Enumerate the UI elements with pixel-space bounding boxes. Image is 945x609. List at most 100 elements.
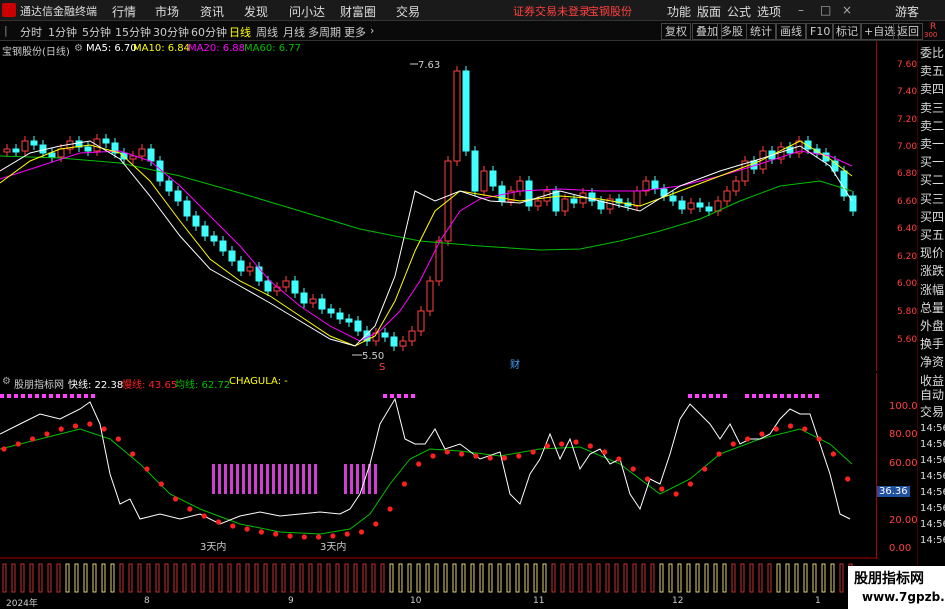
restore-icon[interactable]: □: [820, 3, 831, 17]
volume-bar: [182, 563, 187, 593]
date-tick: 10: [410, 596, 422, 606]
kline-chart[interactable]: 7.63 5.50 S 财: [0, 41, 876, 371]
slow-dot: [702, 466, 708, 472]
btn-tongji[interactable]: 统计: [746, 23, 776, 40]
top-marker: [397, 394, 401, 398]
menu-hangqing[interactable]: 行情: [112, 3, 136, 20]
slow-dot: [644, 476, 651, 482]
period-more[interactable]: 更多: [344, 24, 366, 40]
btn-biaoji[interactable]: 标记: [832, 23, 862, 40]
menu-gongneng[interactable]: 功能: [667, 3, 691, 20]
volume-bar: [560, 563, 565, 593]
candle-body: [381, 332, 389, 338]
menu-jiaoyi[interactable]: 交易: [396, 3, 420, 20]
menu-wenxiaoda[interactable]: 问小达: [289, 3, 325, 20]
btn-f10[interactable]: F10: [806, 23, 835, 40]
menu-gongshi[interactable]: 公式: [727, 3, 751, 20]
magenta-bar: [254, 464, 257, 494]
indicator-chart[interactable]: 3天内 3天内: [0, 384, 876, 609]
period-15min[interactable]: 15分钟: [115, 24, 151, 40]
time-tick: 14:56: [920, 487, 945, 498]
date-tick: 1: [815, 596, 821, 606]
menu-caifuquan[interactable]: 财富圈: [340, 3, 376, 20]
menu-faxian[interactable]: 发现: [244, 3, 268, 20]
volume-bar: [443, 563, 448, 593]
btn-huaxian[interactable]: 画线: [776, 23, 806, 40]
menu-zixun[interactable]: 资讯: [200, 3, 224, 20]
volume-bar: [47, 563, 52, 593]
close-icon[interactable]: ×: [842, 3, 852, 17]
btn-fuquan[interactable]: 复权: [661, 23, 691, 40]
quote-field-label: 净资: [920, 355, 945, 370]
candle-body: [147, 148, 155, 162]
top-marker: [91, 394, 95, 398]
volume-bar: [173, 563, 178, 593]
candle-body: [102, 138, 110, 144]
volume-bar: [371, 563, 376, 593]
volume-bar: [110, 563, 115, 593]
chevron-right-icon[interactable]: ›: [370, 24, 374, 37]
period-multi[interactable]: 多周期: [308, 24, 341, 40]
volume-bar: [263, 563, 268, 593]
auto-label[interactable]: 自动: [920, 386, 944, 403]
quote-field-label: 买一: [920, 155, 945, 170]
magenta-bar: [302, 464, 305, 494]
login-notice[interactable]: 证券交易未登录: [513, 3, 590, 19]
period-weekly[interactable]: 周线: [256, 24, 278, 40]
ind-current-value: 36.36: [877, 486, 910, 497]
s-marker: S: [379, 362, 385, 371]
slow-dot: [130, 451, 136, 457]
slow-dot: [230, 523, 236, 529]
volume-bar: [11, 563, 16, 593]
slow-dot: [401, 481, 407, 487]
period-fenshi[interactable]: 分时: [20, 24, 42, 40]
indicator-magenta-bars: [212, 464, 377, 494]
volume-bar: [479, 563, 484, 593]
period-30min[interactable]: 30分钟: [153, 24, 189, 40]
candle-body: [336, 312, 344, 320]
slow-dot: [87, 421, 93, 427]
btn-duogu[interactable]: 多股: [717, 23, 747, 40]
top-marker: [723, 394, 727, 398]
volume-bar: [605, 563, 610, 593]
candle-body: [408, 330, 416, 342]
high-price-annotation: 7.63: [418, 60, 440, 71]
top-marker: [404, 394, 408, 398]
slow-dot: [287, 533, 293, 539]
top-marker: [759, 394, 763, 398]
period-1min[interactable]: 1分钟: [48, 24, 77, 40]
candle-body: [48, 152, 56, 158]
period-monthly[interactable]: 月线: [283, 24, 305, 40]
volume-bar: [839, 563, 844, 593]
top-marker: [411, 394, 415, 398]
volume-bar: [281, 563, 286, 593]
volume-bar: [758, 563, 763, 593]
quote-field-label: 涨幅: [920, 282, 945, 297]
quote-field-label: 外盘: [920, 319, 945, 333]
volume-bar: [767, 563, 772, 593]
slow-dot: [301, 534, 307, 540]
candle-body: [138, 148, 146, 157]
price-tick: 6.20: [897, 252, 918, 262]
volume-bar: [722, 563, 727, 593]
slow-dot: [158, 481, 164, 487]
user-label[interactable]: 游客: [895, 3, 919, 20]
slow-dot: [501, 455, 508, 461]
price-tick: 7.00: [897, 142, 918, 152]
volume-bar: [713, 563, 718, 593]
ind-tick: 20.00: [889, 515, 918, 526]
menu-xuanxiang[interactable]: 选项: [757, 3, 781, 20]
watermark-title: 股朋指标网: [854, 571, 924, 587]
period-5min[interactable]: 5分钟: [82, 24, 111, 40]
top-marker: [808, 394, 812, 398]
menu-shichang[interactable]: 市场: [155, 3, 179, 20]
volume-bar: [803, 563, 808, 593]
date-tick: 12: [672, 596, 684, 606]
period-daily[interactable]: 日线: [229, 24, 251, 40]
trade-label[interactable]: 交易: [920, 403, 944, 420]
period-60min[interactable]: 60分钟: [191, 24, 227, 40]
minimize-icon[interactable]: –: [798, 3, 804, 17]
volume-bar: [434, 563, 439, 593]
menu-banmian[interactable]: 版面: [697, 3, 721, 20]
btn-fanhui[interactable]: 返回: [893, 23, 923, 40]
